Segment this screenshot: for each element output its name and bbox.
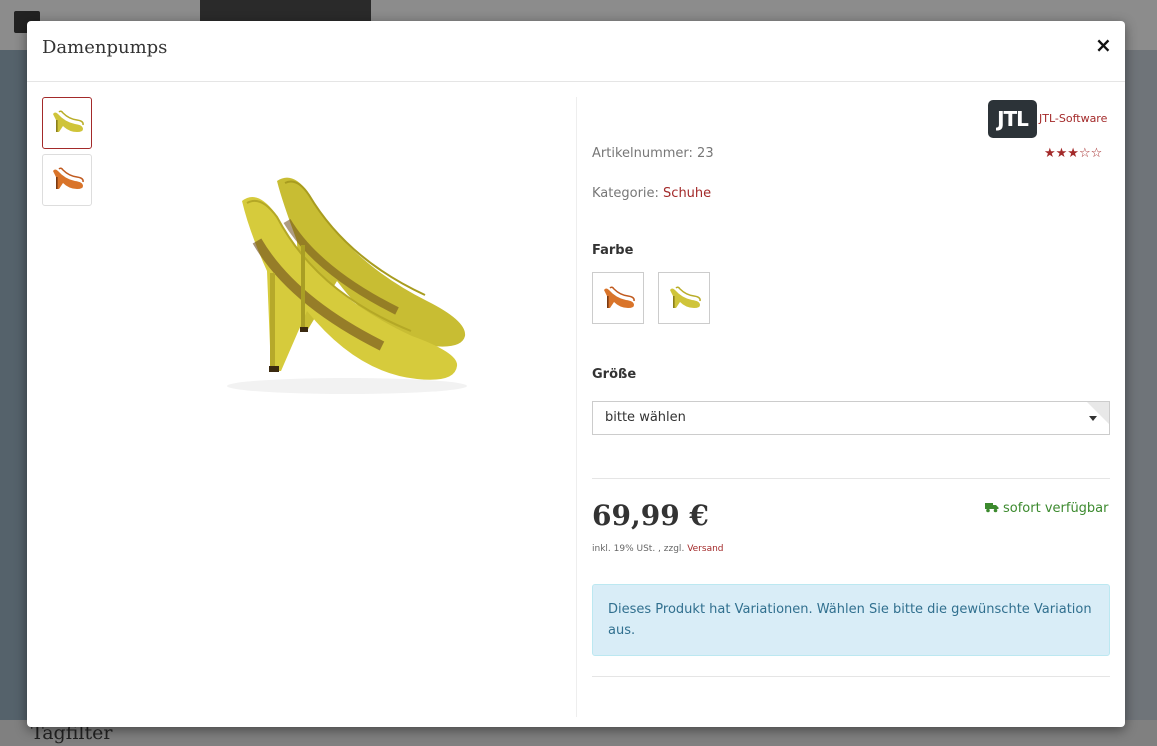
rating-stars[interactable]: ★★★☆☆ [1044, 146, 1102, 161]
category-link[interactable]: Schuhe [663, 186, 711, 201]
divider-bottom [592, 676, 1110, 677]
rating-stars-filled: ★★★ [1044, 146, 1079, 161]
product-price: 69,99 € [592, 499, 709, 532]
divider-top [592, 478, 1110, 479]
background-left-strip [0, 50, 28, 746]
color-swatch-yellow[interactable] [658, 272, 710, 324]
modal-header: Damenpumps × [27, 21, 1125, 82]
category-label: Kategorie: [592, 186, 659, 201]
brand-logo[interactable]: JTL [988, 100, 1037, 138]
size-select[interactable]: bitte wählen [592, 401, 1110, 435]
main-product-image[interactable] [197, 161, 497, 401]
orange-shoe-thumbnail-icon [53, 167, 84, 189]
price-note-text: inkl. 19% USt. , zzgl. [592, 544, 685, 554]
product-quickview-modal: Damenpumps × JTL JTL-Software Artikelnum… [27, 21, 1125, 727]
close-icon[interactable]: × [1095, 35, 1112, 55]
size-label: Größe [592, 367, 637, 382]
availability-status: sofort verfügbar [985, 501, 1109, 516]
modal-title: Damenpumps [42, 37, 168, 58]
column-divider [576, 97, 577, 717]
brand-link[interactable]: JTL-Software [1039, 112, 1107, 125]
background-right-strip [1125, 50, 1157, 746]
thumbnail-orange[interactable] [42, 154, 92, 206]
yellow-shoe-thumbnail-icon [53, 110, 84, 132]
price-note: inkl. 19% USt. , zzgl. Versand [592, 544, 724, 554]
size-select-value: bitte wählen [605, 410, 686, 425]
category-line: Kategorie: Schuhe [592, 186, 711, 201]
rating-stars-empty: ☆☆ [1078, 146, 1103, 161]
availability-text: sofort verfügbar [1003, 501, 1109, 516]
color-swatch-orange[interactable] [592, 272, 644, 324]
chevron-down-icon [1089, 416, 1097, 421]
truck-icon [985, 503, 999, 513]
article-number: Artikelnummer: 23 [592, 146, 714, 161]
thumbnail-yellow[interactable] [42, 97, 92, 149]
variation-info-alert: Dieses Produkt hat Variationen. Wählen S… [592, 584, 1110, 656]
shipping-link[interactable]: Versand [687, 544, 723, 554]
orange-shoe-swatch-icon [604, 286, 635, 308]
yellow-shoe-swatch-icon [670, 286, 701, 308]
color-label: Farbe [592, 243, 634, 258]
